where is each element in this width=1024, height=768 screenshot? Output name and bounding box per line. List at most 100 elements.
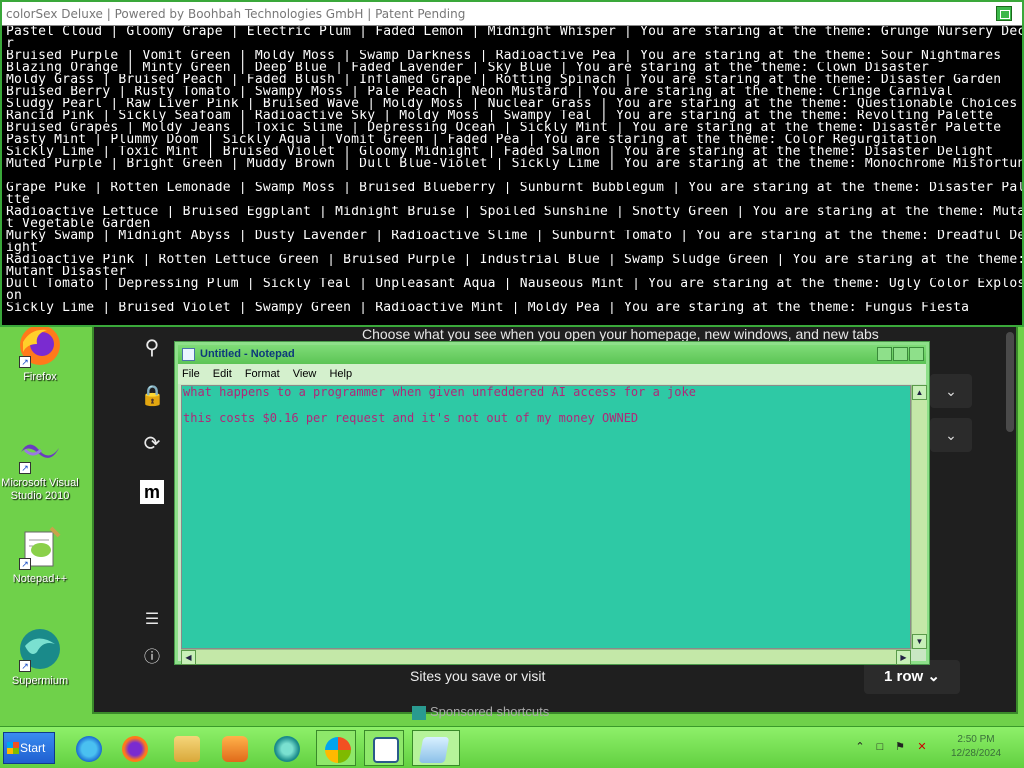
menu-file[interactable]: File <box>182 368 200 380</box>
menu-view[interactable]: View <box>293 368 317 380</box>
desktop-icon-label: Firefox <box>23 371 57 383</box>
homepage-settings-text: Choose what you see when you open your h… <box>362 326 879 342</box>
extensions-icon[interactable]: ☰ <box>140 608 164 632</box>
taskbar-supermium[interactable] <box>266 730 306 766</box>
dropdown-chevron-icon[interactable]: ⌄ <box>930 418 972 452</box>
notepad-titlebar[interactable]: Untitled - Notepad <box>178 345 926 364</box>
desktop-icon-label: Notepad++ <box>12 573 68 585</box>
flag-icon[interactable]: ⚑ <box>894 741 906 753</box>
text-line: what happens to a programmer when given … <box>183 385 696 399</box>
console-line: ight <box>6 242 39 254</box>
console-title: colorSex Deluxe | Powered by Boohbah Tec… <box>6 7 466 21</box>
console-output: Pastel Cloud | Gloomy Grape | Electric P… <box>2 26 1022 326</box>
shortcut-arrow-icon: ↗ <box>19 558 31 570</box>
start-button[interactable]: Start <box>3 732 55 764</box>
console-line: tte <box>6 194 31 206</box>
console-line: Bruised Purple | Vomit Green | Moldy Mos… <box>6 50 1002 62</box>
volume-muted-icon[interactable]: ✕ <box>916 741 928 753</box>
scroll-right-icon[interactable]: ▶ <box>896 650 911 665</box>
scroll-left-icon[interactable]: ◀ <box>181 650 196 665</box>
clock-date: 12/28/2024 <box>950 748 1002 759</box>
console-line: Muted Purple | Bright Green | Muddy Brow… <box>6 158 1022 170</box>
close-button[interactable] <box>909 347 924 361</box>
console-icon <box>373 737 399 763</box>
console-line: t Vegetable Garden <box>6 218 151 230</box>
taskbar-notepad[interactable] <box>412 730 460 766</box>
notepad-title: Untitled - Notepad <box>200 348 295 360</box>
maximize-button[interactable] <box>893 347 908 361</box>
restore-button[interactable] <box>996 6 1012 21</box>
sponsored-label: Sponsored shortcuts <box>430 704 550 719</box>
desktop-icon-supermium[interactable]: ↗ Supermium <box>0 626 80 688</box>
desktop-icon-visual-studio[interactable]: ↗ Microsoft Visual Studio 2010 <box>0 428 80 503</box>
taskbar-windows[interactable] <box>316 730 356 766</box>
m-logo-icon[interactable]: m <box>140 480 164 504</box>
internet-explorer-icon <box>76 736 102 762</box>
notepad-window[interactable]: Untitled - Notepad File Edit Format View… <box>175 342 929 665</box>
scroll-up-icon[interactable]: ▲ <box>912 385 927 400</box>
notepad-icon <box>418 737 450 763</box>
row-count-select[interactable]: 1 row ⌄ <box>864 660 960 694</box>
console-titlebar[interactable]: colorSex Deluxe | Powered by Boohbah Tec… <box>2 2 1022 26</box>
clock[interactable]: 2:50 PM 12/28/2024 <box>944 733 1008 761</box>
console-line: Radioactive Lettuce | Bruised Eggplant |… <box>6 206 1022 218</box>
folder-icon <box>174 736 200 762</box>
lock-icon[interactable]: 🔒 <box>140 384 165 408</box>
desktop-icon-label: Supermium <box>11 675 69 687</box>
console-line: Moldy Grass | Bruised Peach | Faded Blus… <box>6 74 1002 86</box>
console-window[interactable]: colorSex Deluxe | Powered by Boohbah Tec… <box>0 0 1024 327</box>
console-line: Rancid Pink | Sickly Seafoam | Radioacti… <box>6 110 994 122</box>
clock-time: 2:50 PM <box>957 734 995 745</box>
console-line: Pastel Cloud | Gloomy Grape | Electric P… <box>6 26 1022 38</box>
windows-logo-icon <box>7 742 19 754</box>
shortcut-arrow-icon: ↗ <box>19 356 31 368</box>
windows-logo-icon <box>325 737 351 763</box>
minimize-button[interactable] <box>877 347 892 361</box>
menu-format[interactable]: Format <box>245 368 280 380</box>
taskbar-firefox[interactable] <box>114 730 154 766</box>
console-line: Dull Tomato | Depressing Plum | Sickly T… <box>6 278 1022 290</box>
supermium-icon: ↗ <box>17 626 63 672</box>
desktop-icon-label: Microsoft Visual Studio 2010 <box>1 477 79 502</box>
console-line: Sickly Lime | Bruised Violet | Swampy Gr… <box>6 302 970 314</box>
search-icon[interactable]: ⚲ <box>140 336 164 360</box>
taskbar-media-player[interactable] <box>214 730 254 766</box>
scroll-down-icon[interactable]: ▼ <box>912 634 927 649</box>
start-label: Start <box>20 741 46 755</box>
supermium-icon <box>274 736 300 762</box>
desktop-icon-firefox[interactable]: ↗ Firefox <box>0 322 80 384</box>
desktop-icon-notepadpp[interactable]: ↗ Notepad++ <box>0 524 80 586</box>
sites-label: Sites you save or visit <box>410 668 546 684</box>
sponsored-shortcuts-option[interactable]: Sponsored shortcuts <box>412 704 549 720</box>
taskbar-ie[interactable] <box>68 730 108 766</box>
dropdown-chevron-icon[interactable]: ⌄ <box>930 374 972 408</box>
sync-icon[interactable]: ⟳ <box>140 432 164 456</box>
notepad-text-area[interactable]: what happens to a programmer when given … <box>181 385 911 649</box>
chevron-down-icon: ⌄ <box>927 668 940 685</box>
vertical-scrollbar[interactable]: ▲ ▼ <box>911 385 927 649</box>
checkbox[interactable] <box>412 705 426 720</box>
console-line: Radioactive Pink | Rotten Lettuce Green … <box>6 254 1022 266</box>
row-count-label: 1 row <box>884 668 924 685</box>
horizontal-scrollbar[interactable]: ◀ ▶ <box>181 649 911 665</box>
console-line: Pasty Mint | Plummy Doom | Sickly Aqua |… <box>6 134 938 146</box>
console-line: on <box>6 290 23 302</box>
menu-edit[interactable]: Edit <box>213 368 232 380</box>
notepad-menubar: File Edit Format View Help <box>178 364 926 384</box>
menu-help[interactable]: Help <box>329 368 352 380</box>
shortcut-arrow-icon: ↗ <box>19 462 31 474</box>
help-icon[interactable]: ⓘ <box>140 646 164 670</box>
media-player-icon <box>222 736 248 762</box>
network-icon[interactable]: □ <box>874 741 886 753</box>
taskbar-explorer[interactable] <box>166 730 206 766</box>
console-line: Mutant Disaster <box>6 266 127 278</box>
console-line: Blazing Orange | Minty Green | Deep Blue… <box>6 62 930 74</box>
console-line: Sludgy Pearl | Raw Liver Pink | Bruised … <box>6 98 1018 110</box>
chevron-up-icon[interactable]: ⌃ <box>854 741 866 753</box>
browser-scrollbar[interactable] <box>1006 332 1014 432</box>
taskbar-console[interactable] <box>364 730 404 766</box>
taskbar: Start ⌃ □ ⚑ ✕ 2:50 PM 12/28/2024 <box>0 726 1024 768</box>
notepad-icon <box>182 348 195 361</box>
system-tray: ⌃ □ ⚑ ✕ 2:50 PM 12/28/2024 <box>850 727 1024 768</box>
